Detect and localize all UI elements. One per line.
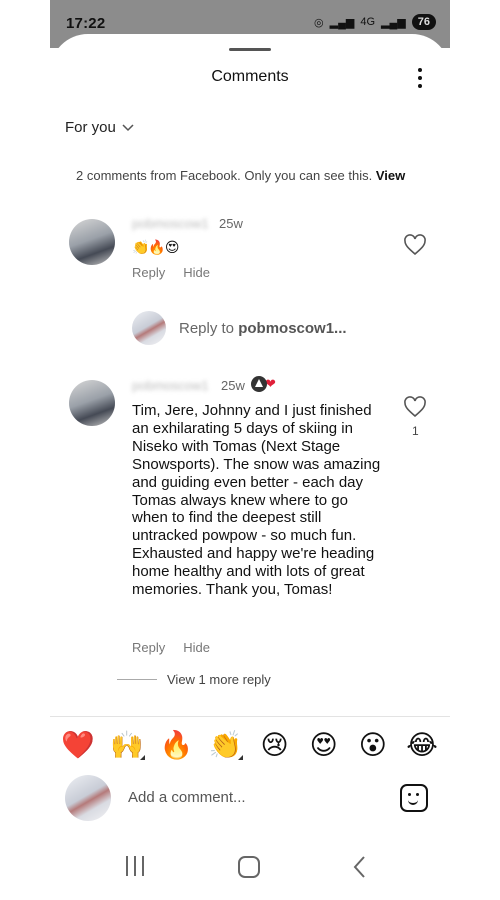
- hide-button[interactable]: Hide: [183, 265, 210, 280]
- comment-username[interactable]: pobmoscow1: [132, 216, 209, 231]
- battery-indicator: 76: [411, 14, 436, 30]
- user-avatar: [65, 775, 111, 821]
- emoji-crying-button[interactable]: 😢: [255, 728, 295, 762]
- comment-username[interactable]: pobmoscow1: [132, 378, 209, 393]
- recents-button[interactable]: [126, 856, 144, 876]
- system-nav-bar: [50, 848, 450, 888]
- reply-target: pobmoscow1...: [238, 320, 347, 337]
- sticker-icon[interactable]: [400, 784, 428, 812]
- more-options-button[interactable]: [412, 66, 428, 90]
- comment-emojis: 👏🔥😍: [132, 239, 179, 255]
- emoji-surprised-button[interactable]: 😮: [353, 728, 393, 762]
- view-more-replies[interactable]: View 1 more reply: [117, 672, 417, 687]
- reply-button[interactable]: Reply: [132, 640, 165, 655]
- creator-badge: ❤: [251, 376, 276, 392]
- avatar[interactable]: [69, 380, 115, 426]
- comment-actions: Reply Hide: [132, 640, 210, 655]
- back-button[interactable]: [350, 854, 370, 880]
- divider: [50, 716, 450, 717]
- facebook-notice-text: 2 comments from Facebook. Only you can s…: [76, 168, 373, 183]
- comment-text: Tim, Jere, Johnny and I just finished an…: [132, 402, 381, 599]
- hide-button[interactable]: Hide: [183, 640, 210, 655]
- reply-button[interactable]: Reply: [132, 265, 165, 280]
- drag-handle[interactable]: [229, 48, 271, 51]
- divider-line: [117, 679, 157, 680]
- hotspot-icon: ◎: [314, 16, 324, 29]
- phone-screen: 17:22 ◎ ▂▄▆ 4G ▂▄▆ 76 Comments For you 2…: [50, 0, 450, 900]
- emoji-heart-button[interactable]: ❤️: [58, 728, 98, 762]
- status-time: 17:22: [66, 15, 106, 32]
- comment-time: 25w: [219, 216, 243, 231]
- emoji-laughing-button[interactable]: 😂: [402, 728, 442, 762]
- signal-icon-2: ▂▄▆: [381, 16, 406, 29]
- mountain-icon: [251, 376, 267, 392]
- chevron-down-icon: [122, 123, 134, 131]
- view-more-replies-label[interactable]: View 1 more reply: [167, 672, 271, 687]
- home-button[interactable]: [238, 856, 260, 878]
- comment-time: 25w: [221, 378, 245, 393]
- signal-icon: ▂▄▆: [329, 16, 355, 29]
- network-type-label: 4G: [360, 16, 376, 28]
- reply-avatar: [132, 311, 166, 345]
- like-count: 1: [412, 424, 419, 438]
- facebook-notice: 2 comments from Facebook. Only you can s…: [76, 168, 405, 183]
- emoji-clap-button[interactable]: 👏: [205, 728, 245, 762]
- filter-label: For you: [65, 119, 116, 136]
- status-icons: ◎ ▂▄▆ 4G ▂▄▆ 76: [314, 14, 436, 30]
- avatar[interactable]: [69, 219, 115, 265]
- comment-input[interactable]: Add a comment...: [128, 789, 246, 806]
- reply-input[interactable]: Reply to pobmoscow1...: [179, 320, 347, 337]
- view-facebook-comments-link[interactable]: View: [376, 168, 405, 183]
- reply-prefix: Reply to: [179, 320, 239, 337]
- like-heart-icon[interactable]: [403, 234, 427, 256]
- emoji-heart-eyes-button[interactable]: 😍: [304, 728, 344, 762]
- emoji-raised-hands-button[interactable]: 🙌: [107, 728, 147, 762]
- like-heart-icon[interactable]: [403, 396, 427, 418]
- quick-emoji-bar: ❤️ 🙌 🔥 👏 😢 😍 😮 😂: [58, 728, 442, 762]
- comment-filter-dropdown[interactable]: For you: [65, 119, 134, 136]
- emoji-fire-button[interactable]: 🔥: [156, 728, 196, 762]
- page-title: Comments: [211, 68, 289, 85]
- comment-actions: Reply Hide: [132, 265, 210, 280]
